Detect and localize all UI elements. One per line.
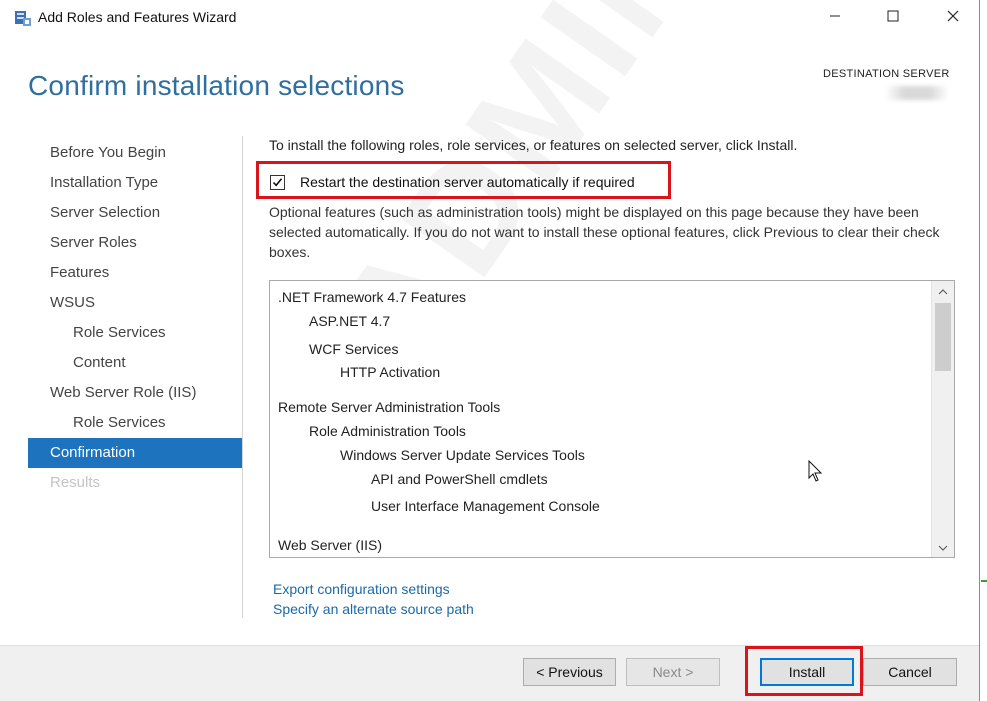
window-title: Add Roles and Features Wizard (38, 9, 237, 25)
cancel-button[interactable]: Cancel (863, 658, 957, 686)
nav-item-installation-type[interactable]: Installation Type (28, 168, 242, 198)
feature-item: WCF Services (309, 341, 399, 357)
desktop-edge (980, 0, 987, 701)
feature-item: Windows Server Update Services Tools (340, 447, 585, 463)
intro-text: To install the following roles, role ser… (269, 137, 798, 153)
close-icon (947, 9, 959, 27)
wizard-window: Add Roles and Features Wizard Confirm in… (0, 0, 980, 701)
nav-item-role-services[interactable]: Role Services (28, 318, 242, 348)
next-button[interactable]: Next > (626, 658, 720, 686)
features-list[interactable]: .NET Framework 4.7 Features ASP.NET 4.7 WC… (269, 280, 955, 558)
server-manager-icon (14, 9, 32, 27)
page-title: Confirm installation selections (28, 70, 405, 101)
minimize-icon (829, 9, 841, 27)
nav-item-before-you-begin[interactable]: Before You Begin (28, 138, 242, 168)
feature-item: Role Administration Tools (309, 423, 466, 439)
scroll-down-button[interactable] (932, 537, 954, 557)
desktop-edge-mark (981, 580, 987, 582)
wizard-nav: Before You Begin Installation Type Server … (28, 138, 242, 498)
optional-features-text: Optional features (such as administratio… (269, 204, 940, 260)
export-configuration-link[interactable]: Export configuration settings (273, 581, 450, 597)
close-button[interactable] (930, 0, 976, 36)
install-highlight-box (745, 646, 863, 696)
feature-item: .NET Framework 4.7 Features (278, 289, 467, 305)
alternate-source-link[interactable]: Specify an alternate source path (273, 601, 474, 617)
nav-item-server-selection[interactable]: Server Selection (28, 198, 242, 228)
mouse-cursor-icon (808, 459, 824, 489)
nav-item-results: Results (50, 474, 101, 491)
feature-item: Remote Server Administration Tools (278, 399, 501, 415)
nav-item-web-server-role-iis[interactable]: Web Server Role (IIS) (28, 378, 242, 408)
wizard-header: Confirm installation selections DESTINAT… (0, 36, 979, 132)
title-bar[interactable]: Add Roles and Features Wizard (0, 0, 979, 36)
nav-divider (242, 136, 243, 618)
nav-item-server-roles[interactable]: Server Roles (28, 228, 242, 258)
restart-highlight-box (256, 161, 671, 199)
maximize-icon (887, 9, 899, 27)
minimize-button[interactable] (812, 0, 858, 36)
chevron-down-icon (938, 538, 948, 556)
destination-server-name-redacted (885, 86, 949, 100)
nav-item-role-services[interactable]: Role Services (28, 408, 242, 438)
chevron-up-icon (938, 282, 948, 300)
feature-item: User Interface Management Console (371, 498, 600, 514)
feature-item: API and PowerShell cmdlets (371, 471, 548, 487)
feature-item: HTTP Activation (340, 364, 441, 380)
nav-item-content[interactable]: Content (28, 348, 242, 378)
nav-item-confirmation[interactable]: Confirmation (28, 438, 242, 468)
nav-item-wsus[interactable]: WSUS (28, 288, 242, 318)
previous-button[interactable]: < Previous (523, 658, 616, 686)
scroll-up-button[interactable] (932, 281, 954, 301)
maximize-button[interactable] (870, 0, 916, 36)
feature-item: ASP.NET 4.7 (309, 313, 391, 329)
features-scrollbar[interactable] (931, 281, 954, 557)
nav-item-features[interactable]: Features (28, 258, 242, 288)
scroll-thumb[interactable] (935, 303, 951, 371)
feature-item: Web Server (IIS) (278, 537, 382, 553)
destination-server-label: DESTINATION SERVER (823, 68, 950, 80)
